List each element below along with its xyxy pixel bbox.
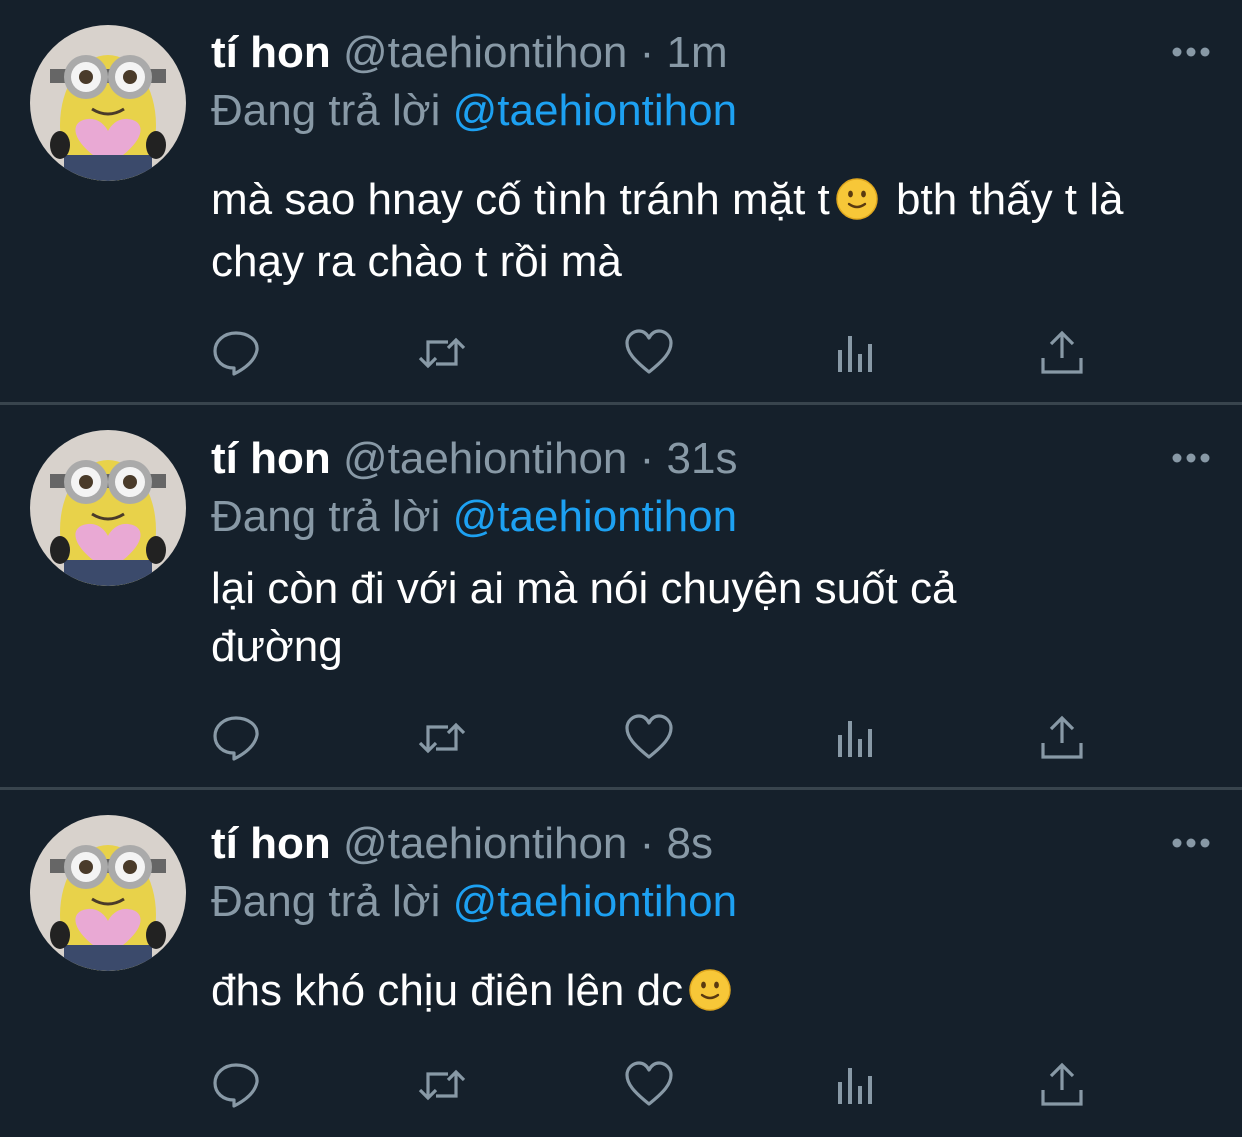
heart-icon [625, 1061, 673, 1106]
reply-icon [213, 716, 259, 761]
tweet[interactable]: tí hon @taehiontihon · 1m Đang trả lời @… [0, 0, 1242, 405]
user-handle[interactable]: @taehiontihon [343, 819, 627, 868]
retweet-button[interactable] [417, 328, 467, 378]
mention-link[interactable]: @taehiontihon [453, 877, 737, 926]
analytics-button[interactable] [831, 1060, 881, 1110]
replying-to: Đang trả lời @taehiontihon [211, 85, 737, 137]
tweet-text-part: đhs khó chịu điên lên dc [211, 966, 684, 1015]
like-button[interactable] [624, 713, 674, 763]
user-handle[interactable]: @taehiontihon [343, 28, 627, 77]
display-name[interactable]: tí hon [211, 28, 331, 77]
share-button[interactable] [1037, 713, 1087, 763]
tweet-text: mà sao hnay cố tình tránh mặt t bth thấy… [211, 169, 1201, 293]
tweet-actions [211, 328, 1091, 378]
analytics-button[interactable] [831, 713, 881, 763]
tweet[interactable]: tí hon @taehiontihon · 8s Đang trả lời @… [0, 790, 1242, 1137]
tweet-text-part: mà sao hnay cố tình tránh mặt t [211, 175, 830, 224]
tweet-header: tí hon @taehiontihon · 1m [211, 27, 728, 79]
like-button[interactable] [624, 1060, 674, 1110]
display-name[interactable]: tí hon [211, 434, 331, 483]
analytics-button[interactable] [831, 328, 881, 378]
minion-plush-avatar[interactable] [30, 25, 186, 181]
share-icon [1041, 1062, 1083, 1106]
analytics-icon [838, 1068, 872, 1104]
user-handle[interactable]: @taehiontihon [343, 434, 627, 483]
timestamp[interactable]: 31s [667, 434, 738, 483]
share-icon [1041, 715, 1083, 759]
minion-plush-avatar[interactable] [30, 815, 186, 971]
tweet-actions [211, 713, 1091, 763]
timestamp[interactable]: 8s [667, 819, 713, 868]
share-button[interactable] [1037, 1060, 1087, 1110]
heart-icon [625, 329, 673, 374]
mention-link[interactable]: @taehiontihon [453, 492, 737, 541]
display-name[interactable]: tí hon [211, 819, 331, 868]
replying-to-label: Đang trả lời [211, 877, 441, 926]
reply-icon [213, 1063, 259, 1108]
replying-to-label: Đang trả lời [211, 492, 441, 541]
reply-button[interactable] [211, 1060, 261, 1110]
share-icon [1041, 330, 1083, 374]
more-horizontal-icon[interactable] [1170, 448, 1212, 468]
reply-button[interactable] [211, 328, 261, 378]
separator-dot: · [639, 28, 655, 77]
tweet-actions [211, 1060, 1091, 1110]
reply-icon [213, 331, 259, 376]
tweet-text-part: lại còn đi với ai mà nói chuyện suốt cả … [211, 564, 957, 671]
like-button[interactable] [624, 328, 674, 378]
tweet-text: đhs khó chịu điên lên dc [211, 960, 1201, 1022]
tweet[interactable]: tí hon @taehiontihon · 31s Đang trả lời … [0, 405, 1242, 790]
more-horizontal-icon[interactable] [1170, 833, 1212, 853]
tweet-text: lại còn đi với ai mà nói chuyện suốt cả … [211, 560, 1071, 676]
retweet-button[interactable] [417, 1060, 467, 1110]
retweet-icon [418, 1069, 466, 1101]
separator-dot: · [639, 434, 655, 483]
more-horizontal-icon[interactable] [1170, 42, 1212, 62]
slightly-smiling-face-emoji [689, 969, 731, 1011]
replying-to: Đang trả lời @taehiontihon [211, 876, 737, 928]
heart-icon [625, 714, 673, 759]
retweet-button[interactable] [417, 713, 467, 763]
separator-dot: · [639, 819, 655, 868]
slightly-smiling-face-emoji [836, 178, 878, 220]
tweet-header: tí hon @taehiontihon · 31s [211, 433, 737, 485]
retweet-icon [418, 722, 466, 754]
tweet-header: tí hon @taehiontihon · 8s [211, 818, 713, 870]
timestamp[interactable]: 1m [667, 28, 728, 77]
share-button[interactable] [1037, 328, 1087, 378]
reply-button[interactable] [211, 713, 261, 763]
replying-to: Đang trả lời @taehiontihon [211, 491, 737, 543]
mention-link[interactable]: @taehiontihon [453, 86, 737, 135]
replying-to-label: Đang trả lời [211, 86, 441, 135]
minion-plush-avatar[interactable] [30, 430, 186, 586]
analytics-icon [838, 721, 872, 757]
retweet-icon [418, 337, 466, 369]
analytics-icon [838, 336, 872, 372]
